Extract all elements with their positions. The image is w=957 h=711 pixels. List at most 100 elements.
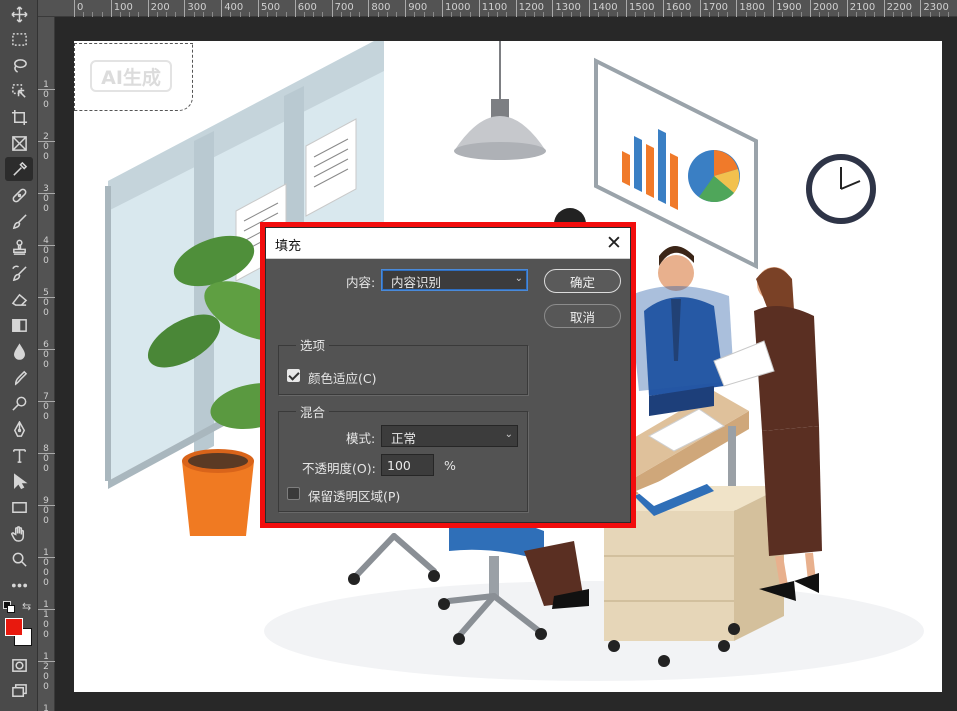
- marquee-tool[interactable]: [5, 27, 33, 51]
- frame-tool[interactable]: [5, 131, 33, 155]
- ruler-tick: 1000: [442, 0, 470, 17]
- ruler-minor-tick: [616, 12, 618, 17]
- ruler-tick: 800: [368, 0, 390, 17]
- chevron-down-icon: ⌄: [514, 273, 523, 284]
- screen-mode[interactable]: [5, 679, 33, 703]
- ruler-minor-tick: [506, 12, 508, 17]
- horizontal-ruler[interactable]: 0 100 200 300 400 500 600 700 800 900 1000 1100 1200…: [38, 0, 957, 17]
- ruler-minor-tick: [902, 12, 903, 17]
- mode-select[interactable]: 正常 ⌄: [381, 425, 518, 447]
- history-brush-icon: [11, 265, 27, 281]
- ruler-minor-tick: [248, 12, 250, 17]
- ruler-tick-label: 0: [43, 682, 49, 692]
- ruler-minor-tick: [524, 12, 526, 17]
- quick-mask-mode[interactable]: [5, 653, 33, 677]
- smudge-tool[interactable]: [5, 365, 33, 389]
- color-adaptation-label[interactable]: 颜色适应(C): [308, 368, 376, 387]
- ruler-tick-label: 9: [43, 496, 49, 506]
- ruler-tick: 2100: [846, 0, 875, 17]
- ruler-minor-tick: [276, 12, 278, 17]
- ruler-minor-tick: [175, 12, 177, 17]
- ruler-minor-tick: [718, 12, 719, 17]
- eraser-tool[interactable]: [5, 287, 33, 311]
- preserve-transparency-checkbox[interactable]: [287, 487, 300, 500]
- photoshop-window: ⇆ 0 100 200 300 400 500 600 700 800 900 1000 1100 12…: [0, 0, 957, 711]
- zoom-tool[interactable]: [5, 547, 33, 571]
- clone-stamp-tool[interactable]: [5, 235, 33, 259]
- ruler-minor-tick: [414, 12, 416, 17]
- hand-tool[interactable]: [5, 521, 33, 545]
- preserve-transparency-label[interactable]: 保留透明区域(P): [308, 486, 400, 505]
- opacity-input[interactable]: 100: [381, 454, 434, 476]
- dialog-titlebar[interactable]: 填充 ✕: [266, 228, 630, 259]
- ruler-tick-label: 1500: [629, 2, 655, 13]
- ruler-tick-label: 0: [43, 360, 49, 370]
- gradient-tool[interactable]: [5, 313, 33, 337]
- ruler-minor-tick: [432, 12, 434, 17]
- color-adaptation-checkbox[interactable]: [287, 369, 300, 382]
- brush-icon: [12, 213, 27, 229]
- ruler-minor-tick: [828, 12, 830, 17]
- ruler-minor-tick: [782, 12, 784, 17]
- path-selection-tool[interactable]: [5, 469, 33, 493]
- foreground-color-swatch[interactable]: [5, 618, 23, 636]
- ruler-tick-label: 1100: [481, 2, 508, 13]
- history-brush-tool[interactable]: [5, 261, 33, 285]
- ruler-tick-label: 2200: [886, 2, 913, 13]
- ruler-tick-label: 0: [43, 568, 49, 578]
- blur-icon: [13, 342, 25, 360]
- ruler-minor-tick: [708, 12, 710, 17]
- default-colors-icon[interactable]: [3, 601, 15, 613]
- ruler-minor-tick: [166, 12, 167, 17]
- blending-group-title: 混合: [296, 402, 330, 421]
- dodge-tool[interactable]: [5, 391, 33, 415]
- content-select-value: 内容识别: [391, 275, 442, 290]
- crop-tool[interactable]: [5, 105, 33, 129]
- ruler-minor-tick: [819, 12, 821, 17]
- ruler-tick: 2300: [920, 0, 949, 17]
- healing-brush-tool[interactable]: [5, 183, 33, 207]
- dodge-icon: [11, 396, 26, 411]
- ruler-minor-tick: [359, 12, 361, 17]
- ok-button[interactable]: 确定: [544, 269, 621, 293]
- vertical-ruler[interactable]: 1002003004005006007008009001000110012001: [38, 17, 55, 711]
- content-select[interactable]: 内容识别 ⌄: [381, 269, 528, 291]
- dialog-title: 填充: [275, 239, 302, 254]
- ruler-minor-tick: [764, 12, 765, 17]
- ruler-minor-tick: [451, 12, 453, 17]
- move-tool[interactable]: [5, 2, 33, 26]
- rectangle-tool[interactable]: [5, 495, 33, 519]
- brush-tool[interactable]: [5, 209, 33, 233]
- lasso-icon: [13, 58, 27, 73]
- pen-tool[interactable]: [5, 417, 33, 441]
- blur-tool[interactable]: [5, 339, 33, 363]
- ruler-tick-label: 5: [43, 288, 49, 298]
- ruler-minor-tick: [469, 12, 471, 17]
- close-icon[interactable]: ✕: [603, 232, 625, 254]
- ruler-minor-tick: [653, 12, 655, 17]
- eyedropper-tool[interactable]: [5, 157, 33, 181]
- ruler-tick: 1200: [515, 0, 544, 17]
- type-tool[interactable]: [5, 443, 33, 467]
- quick-mask-icon: [11, 658, 27, 672]
- object-selection-tool[interactable]: [5, 79, 33, 103]
- ruler-tick-label: 0: [43, 152, 49, 162]
- path-selection-icon: [13, 472, 27, 489]
- more-tools[interactable]: [5, 573, 33, 597]
- ruler-minor-tick: [791, 12, 793, 17]
- ruler-minor-tick: [644, 12, 646, 17]
- ruler-tick-label: 0: [43, 454, 49, 464]
- ruler-minor-tick: [83, 12, 85, 17]
- swap-colors-icon[interactable]: ⇆: [22, 600, 31, 613]
- cancel-button[interactable]: 取消: [544, 304, 621, 328]
- ruler-minor-tick: [865, 12, 867, 17]
- ruler-tick: 1100: [478, 0, 507, 17]
- ruler-minor-tick: [377, 12, 379, 17]
- ruler-tick-label: 0: [43, 194, 49, 204]
- lasso-tool[interactable]: [5, 53, 33, 77]
- ruler-tick-label: 0: [43, 630, 49, 640]
- tools-panel: ⇆: [0, 0, 38, 711]
- ruler-minor-tick: [837, 12, 839, 17]
- ruler-minor-tick: [101, 12, 103, 17]
- ruler-minor-tick: [570, 12, 572, 17]
